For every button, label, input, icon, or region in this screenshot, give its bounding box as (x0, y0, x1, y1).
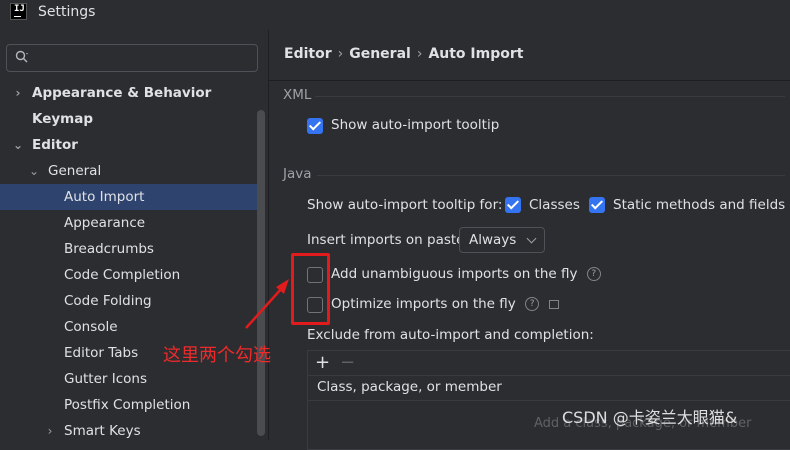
annotation-highlight-box (291, 253, 330, 325)
app-logo-icon: IJ (10, 3, 27, 20)
section-heading-xml: XML (283, 87, 312, 103)
help-icon[interactable]: ? (586, 267, 601, 281)
insert-on-paste-value: Always (469, 232, 517, 248)
help-icon[interactable]: ? (525, 297, 540, 311)
sidebar-item-label: Appearance & Behavior (32, 85, 212, 101)
sidebar-item-appearance-behavior[interactable]: › Appearance & Behavior (0, 80, 264, 106)
insert-on-paste-select[interactable]: Always (459, 227, 545, 253)
remove-icon[interactable]: − (340, 351, 355, 375)
sidebar-item-label: Editor Tabs (64, 345, 139, 361)
sidebar-item-console[interactable]: Console (0, 314, 264, 340)
exclude-table: + − Class, package, or member Add a clas… (307, 350, 790, 450)
sidebar-item-appearance[interactable]: Appearance (0, 210, 264, 236)
sidebar-item-breadcrumbs[interactable]: Breadcrumbs (0, 236, 264, 262)
window-title: Settings (38, 4, 96, 20)
add-unambiguous-imports-label: Add unambiguous imports on the fly (331, 266, 578, 282)
show-auto-import-tooltip-label: Show auto-import tooltip (331, 117, 500, 133)
column-header[interactable]: Class, package, or member (317, 379, 502, 395)
sidebar-item-label: Code Completion (64, 267, 181, 283)
watermark: CSDN @卡姿兰大眼猫& (562, 408, 738, 427)
show-auto-import-tooltip-checkbox[interactable] (307, 118, 323, 134)
sidebar-item-smart-keys[interactable]: › Smart Keys (0, 418, 264, 444)
sidebar-item-label: Smart Keys (64, 423, 141, 439)
section-divider (315, 96, 785, 97)
breadcrumb-item[interactable]: General (349, 46, 411, 62)
search-icon (15, 50, 28, 63)
static-methods-checkbox[interactable] (589, 197, 605, 213)
sidebar-scrollbar[interactable] (257, 110, 265, 436)
static-methods-label: Static methods and fields (613, 197, 786, 213)
chevron-down-icon (526, 233, 537, 244)
settings-content: Editor › General › Auto Import XML Show auto… (269, 30, 790, 450)
sidebar-item-general[interactable]: ⌄ General (0, 158, 264, 184)
sidebar-item-label: Editor (32, 137, 78, 153)
optimize-imports-row: Optimize imports on the fly ? (331, 296, 560, 312)
sidebar-item-label: General (48, 163, 102, 179)
sidebar-item-label: Appearance (64, 215, 146, 231)
classes-label: Classes (529, 197, 580, 213)
sidebar-item-code-completion[interactable]: Code Completion (0, 262, 264, 288)
sidebar-item-label: Keymap (32, 111, 94, 127)
chevron-right-icon[interactable]: › (44, 418, 56, 444)
search-input[interactable] (6, 44, 258, 72)
breadcrumb: Editor › General › Auto Import (284, 46, 523, 62)
sidebar-item-label: Breadcrumbs (64, 241, 154, 257)
sidebar-item-label: Console (64, 319, 118, 335)
insert-on-paste-label: Insert imports on paste: (307, 232, 470, 248)
tooltip-for-label: Show auto-import tooltip for: (307, 197, 503, 213)
sidebar-item-postfix-completion[interactable]: Postfix Completion (0, 392, 264, 418)
chevron-down-icon[interactable]: ⌄ (12, 132, 24, 158)
exclude-label: Exclude from auto-import and completion: (307, 327, 594, 343)
chevron-right-icon[interactable]: › (12, 80, 24, 106)
exclude-table-toolbar: + − (308, 351, 790, 376)
breadcrumb-separator-icon: › (337, 46, 344, 62)
breadcrumb-separator-icon: › (416, 46, 423, 62)
section-heading-java: Java (283, 166, 312, 182)
sidebar-item-label: Code Folding (64, 293, 152, 309)
sidebar-item-keymap[interactable]: Keymap (0, 106, 264, 132)
add-unambiguous-imports-row: Add unambiguous imports on the fly ? (331, 266, 601, 282)
exclude-table-header: Class, package, or member (308, 376, 790, 401)
sidebar-item-editor[interactable]: ⌄ Editor (0, 132, 264, 158)
sidebar-item-label: Postfix Completion (64, 397, 191, 413)
sidebar-item-label: Gutter Icons (64, 371, 148, 387)
optimize-imports-label: Optimize imports on the fly (331, 296, 516, 312)
settings-sidebar: › Appearance & Behavior Keymap ⌄ Editor … (0, 30, 268, 440)
breadcrumb-item: Auto Import (428, 46, 524, 62)
section-divider (317, 175, 785, 176)
sidebar-item-label: Auto Import (64, 189, 145, 205)
breadcrumb-item[interactable]: Editor (284, 46, 332, 62)
sidebar-item-code-folding[interactable]: Code Folding (0, 288, 264, 314)
sidebar-item-auto-import[interactable]: Auto Import (0, 184, 264, 210)
classes-checkbox[interactable] (505, 197, 521, 213)
chevron-down-icon[interactable]: ⌄ (28, 158, 40, 184)
annotation-text: 这里两个勾选 (163, 345, 271, 366)
documentation-icon[interactable] (549, 299, 560, 309)
add-icon[interactable]: + (315, 351, 330, 375)
breadcrumb-divider (269, 80, 790, 81)
title-bar: IJ Settings (0, 0, 790, 30)
sidebar-item-gutter-icons[interactable]: Gutter Icons (0, 366, 264, 392)
